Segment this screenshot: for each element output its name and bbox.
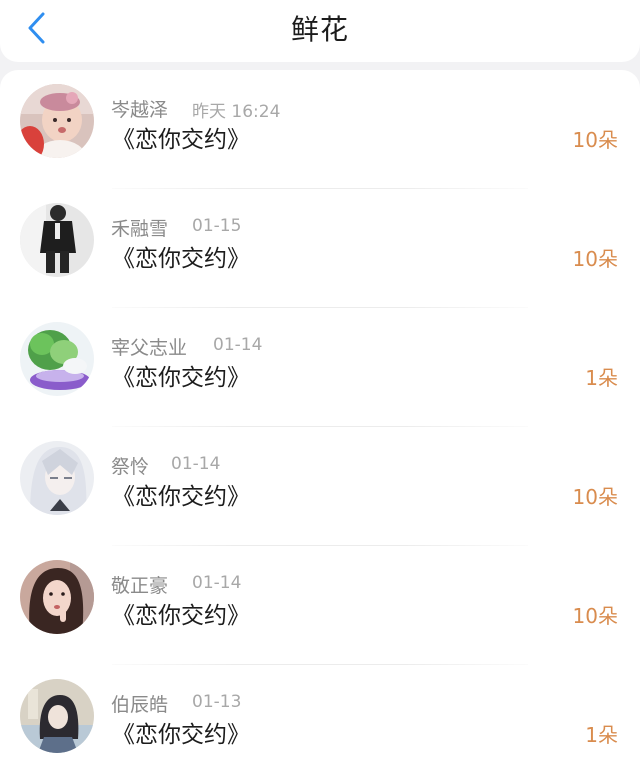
sender-name: 祭怜 — [111, 456, 150, 478]
avatar[interactable] — [20, 560, 94, 634]
book-title[interactable]: 《恋你交约》 — [112, 358, 250, 392]
flower-count: 10朵 — [572, 485, 618, 509]
book-title[interactable]: 《恋你交约》 — [112, 120, 250, 154]
list-item[interactable]: 禾融雪 01-15 《恋你交约》 10朵 — [0, 189, 640, 308]
avatar[interactable] — [20, 441, 94, 515]
flower-count: 1朵 — [585, 366, 618, 390]
sent-time: 01-14 — [213, 335, 263, 355]
sent-time: 昨天 16:24 — [192, 102, 281, 122]
sender-name: 禾融雪 — [111, 218, 169, 240]
avatar[interactable] — [20, 679, 94, 753]
sender-name: 岑越泽 — [111, 99, 169, 121]
top-nav-bar: 鲜花 — [0, 0, 640, 62]
page-title: 鲜花 — [290, 13, 349, 46]
book-title[interactable]: 《恋你交约》 — [112, 596, 250, 630]
list-item[interactable]: 敬正豪 01-14 《恋你交约》 10朵 — [0, 546, 640, 665]
book-title[interactable]: 《恋你交约》 — [112, 715, 250, 749]
list-item[interactable]: 宰父志业 01-14 《恋你交约》 1朵 — [0, 308, 640, 427]
book-title[interactable]: 《恋你交约》 — [112, 239, 250, 273]
sent-time: 01-13 — [192, 692, 242, 712]
avatar[interactable] — [20, 203, 94, 277]
avatar[interactable] — [20, 322, 94, 396]
list-item[interactable]: 伯辰皓 01-13 《恋你交约》 1朵 — [0, 665, 640, 770]
flower-count: 1朵 — [585, 723, 618, 747]
sender-name: 敬正豪 — [111, 575, 169, 597]
flower-count: 10朵 — [572, 604, 618, 628]
sender-name: 宰父志业 — [111, 337, 188, 359]
sent-time: 01-14 — [171, 454, 221, 474]
flower-count: 10朵 — [572, 247, 618, 271]
flower-count: 10朵 — [572, 128, 618, 152]
sent-time: 01-14 — [192, 573, 242, 593]
list-item[interactable]: 岑越泽 昨天 16:24 《恋你交约》 10朵 — [0, 70, 640, 189]
book-title[interactable]: 《恋你交约》 — [112, 477, 250, 511]
sent-time: 01-15 — [192, 216, 242, 236]
flower-record-list: 岑越泽 昨天 16:24 《恋你交约》 10朵 禾融雪 01-15 《恋你交约》… — [0, 70, 640, 770]
sender-name: 伯辰皓 — [111, 694, 169, 716]
avatar[interactable] — [20, 84, 94, 158]
list-item[interactable]: 祭怜 01-14 《恋你交约》 10朵 — [0, 427, 640, 546]
